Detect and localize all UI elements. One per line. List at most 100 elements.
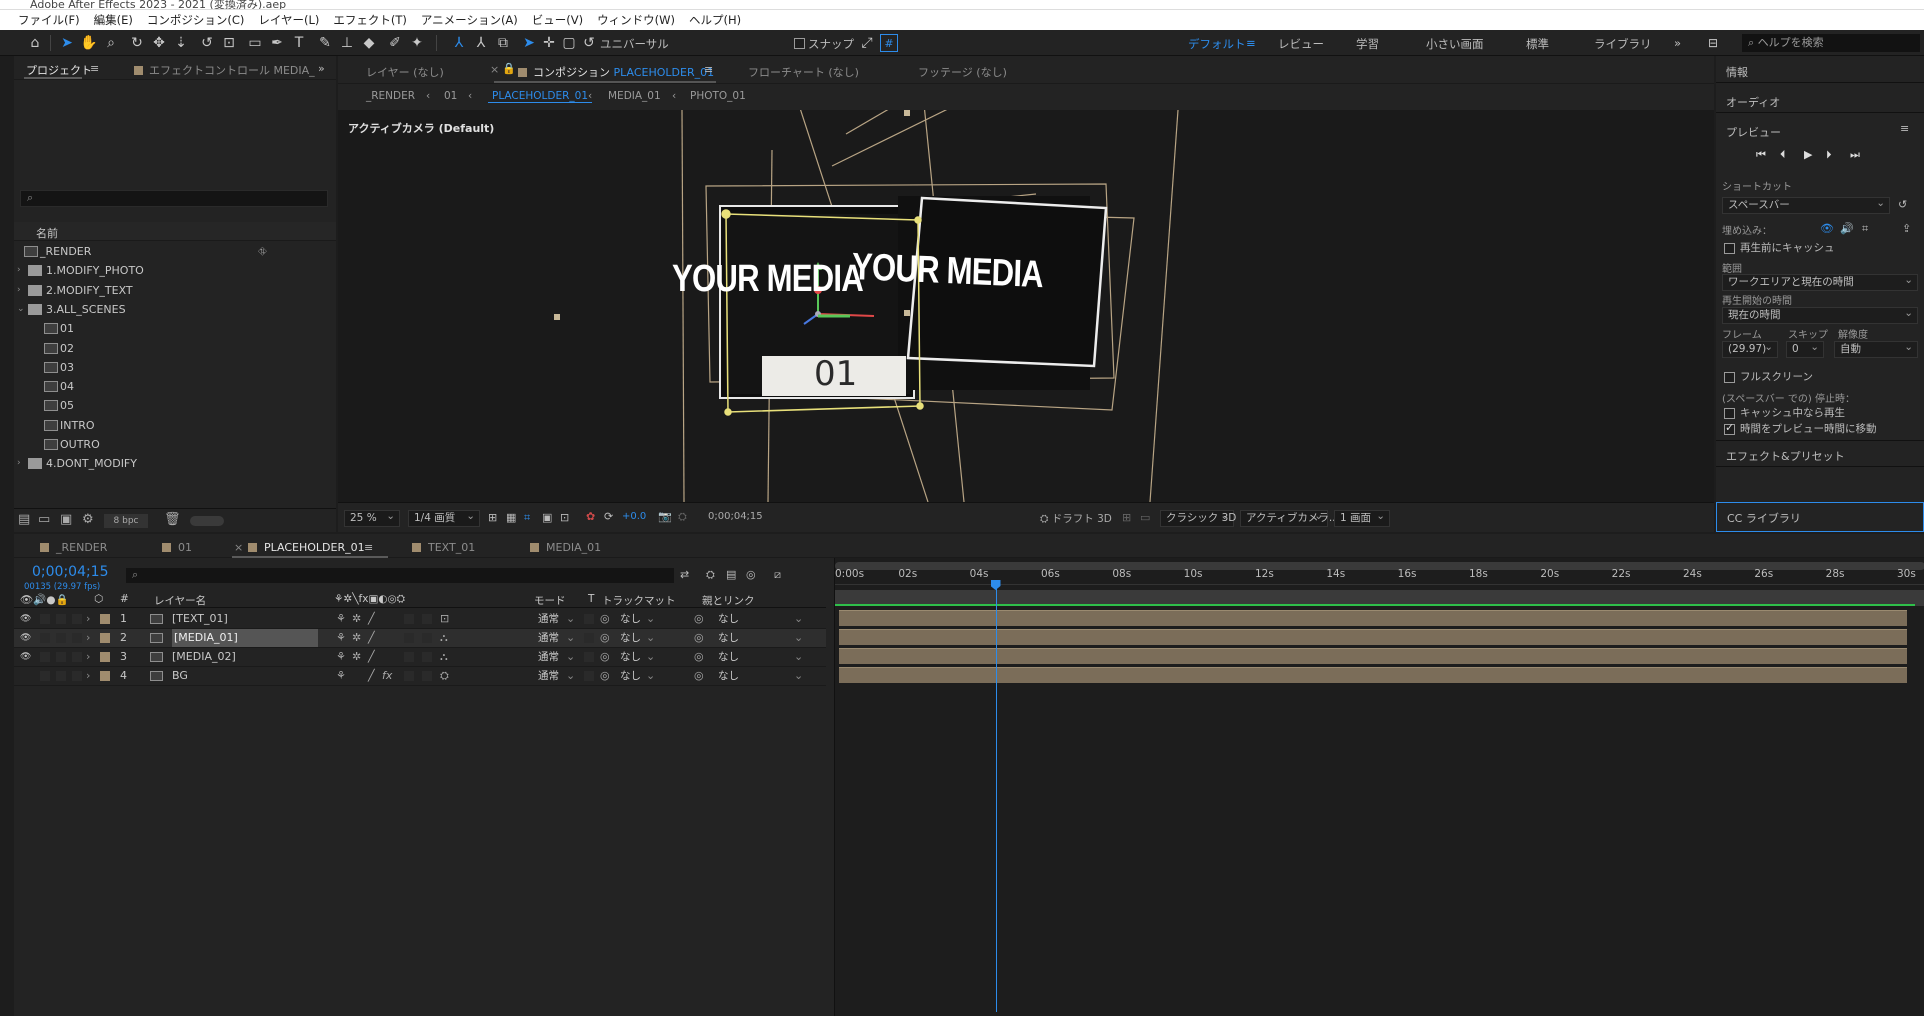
3d-ground-plane-icon[interactable]: ⊞ [1122, 511, 1131, 524]
project-item[interactable]: 04 [14, 377, 332, 396]
clone-stamp-icon[interactable]: ⊥ [338, 34, 356, 52]
motion-blur-toggle[interactable] [404, 671, 414, 681]
breadcrumb-placeholder[interactable]: PLACEHOLDER_01 [488, 90, 593, 103]
project-item[interactable]: 02 [14, 339, 332, 358]
parent-pickwhip-icon[interactable]: ◎ [694, 667, 704, 685]
layer-duration-bar[interactable] [839, 648, 1907, 664]
shy-layers-icon[interactable]: ▤ [726, 568, 736, 581]
chevron-right-icon[interactable]: › [17, 454, 21, 473]
project-item[interactable]: › 2.MODIFY_TEXT [14, 281, 332, 300]
project-item[interactable]: OUTRO [14, 435, 332, 454]
help-search-input[interactable]: ⌕ ヘルプを検索 [1742, 34, 1920, 52]
orbit-tool-icon[interactable]: ↻ [128, 34, 146, 52]
quality-switch-icon[interactable]: ╱ [368, 610, 375, 628]
project-item[interactable]: INTRO [14, 416, 332, 435]
roto-brush-icon[interactable]: ✐ [386, 34, 404, 52]
shortcut-dropdown[interactable]: スペースバー [1722, 196, 1890, 214]
transform-handle[interactable] [904, 110, 910, 116]
puppet-pin-icon[interactable]: ✦ [408, 34, 426, 52]
mode-dropdown[interactable]: 通常 [538, 667, 559, 685]
breadcrumb-01[interactable]: 01 [444, 90, 457, 102]
track-matte-dropdown[interactable]: なし [620, 648, 641, 666]
motion-blur-toggle[interactable] [404, 633, 414, 643]
parent-pickwhip-icon[interactable]: ◎ [694, 610, 704, 628]
view-layout-dropdown[interactable]: 1 画面 [1334, 509, 1390, 527]
timeline-tab-render[interactable]: _RENDER [40, 541, 107, 554]
sync-settings-icon[interactable]: ⊟ [1704, 34, 1722, 52]
menu-view[interactable]: ビュー(V) [532, 12, 583, 28]
tab-project[interactable]: プロジェクト [26, 62, 92, 78]
menu-window[interactable]: ウィンドウ(W) [597, 12, 675, 28]
project-item[interactable]: 05 [14, 396, 332, 415]
track-matte-dropdown[interactable]: なし [620, 667, 641, 685]
bpc-button[interactable]: 8 bpc [104, 514, 148, 528]
exposure-value[interactable]: +0.0 [622, 511, 646, 522]
menu-help[interactable]: ヘルプ(H) [689, 12, 741, 28]
label-color-swatch[interactable] [100, 652, 110, 662]
play-from-dropdown[interactable]: 現在の時間 [1722, 306, 1918, 324]
mode-dropdown[interactable]: 通常 [538, 610, 559, 628]
snapshot-camera-icon[interactable]: 📷 [658, 510, 672, 523]
show-snapshot-icon[interactable]: ⛭ [678, 510, 687, 524]
lock-toggle[interactable] [72, 652, 82, 662]
solo-toggle[interactable] [56, 671, 66, 681]
zoom-tool-icon[interactable]: ⌕ [102, 34, 120, 52]
panel-menu-icon[interactable]: ≡ [1900, 122, 1909, 135]
audio-toggle[interactable] [40, 671, 50, 681]
layer-row[interactable]: 👁 › 3 [MEDIA_02] ⚘ ✲ ╱ ⛬ 通常 ⌄ ◎ なし ⌄ ◎ なし ⌄ [14, 648, 826, 667]
project-item[interactable]: ⌄ 3.ALL_SCENES [14, 300, 332, 319]
fast-preview-icon[interactable]: ⊞ [488, 511, 497, 524]
lock-toggle[interactable] [72, 614, 82, 624]
visibility-eye-icon[interactable]: 👁 [20, 610, 31, 628]
adjustment-toggle[interactable] [422, 633, 432, 643]
anchor-tool-icon[interactable]: ⊡ [220, 34, 238, 52]
frame-rate-dropdown[interactable]: (29.97) [1722, 340, 1778, 358]
preserve-transparency-toggle[interactable] [584, 652, 594, 662]
graph-editor-icon[interactable]: ⧄ [774, 568, 781, 582]
flowchart-icon[interactable]: ⛗ [258, 242, 267, 261]
label-color-swatch[interactable] [100, 633, 110, 643]
project-settings-icon[interactable]: ⚙ [82, 512, 94, 527]
preserve-transparency-toggle[interactable] [584, 633, 594, 643]
motion-blur-toggle[interactable] [404, 652, 414, 662]
brush-tool-icon[interactable]: ✎ [316, 34, 334, 52]
adjustment-toggle[interactable] [422, 652, 432, 662]
first-frame-icon[interactable]: ⏮ [1756, 148, 1766, 162]
panel-menu-icon[interactable]: ≡ [364, 541, 373, 554]
column-name-label[interactable]: 名前 [36, 225, 58, 241]
shy-switch-icon[interactable]: ⚘ [336, 629, 346, 647]
3d-layer-icon[interactable]: ⛭ [440, 667, 449, 685]
snap-checkbox[interactable] [794, 38, 805, 49]
chevron-right-icon[interactable]: › [86, 629, 90, 647]
transparency-grid-icon[interactable]: ▦ [506, 511, 516, 524]
shy-switch-icon[interactable]: ⚘ [336, 648, 346, 666]
audio-toggle[interactable] [40, 633, 50, 643]
viewer-timecode[interactable]: 0;00;04;15 [708, 511, 763, 522]
resolution-dropdown[interactable]: 1/4 画質 [408, 509, 480, 527]
exposure-reset-icon[interactable]: ⟳ [604, 510, 613, 523]
grid-guides-icon[interactable]: ⊡ [560, 511, 569, 524]
collapse-switch-icon[interactable]: ✲ [352, 610, 361, 628]
universal-move-icon[interactable]: ✛ [540, 34, 558, 52]
adjustment-toggle[interactable] [422, 614, 432, 624]
visibility-eye-icon[interactable]: 👁 [20, 648, 31, 666]
chevron-right-icon[interactable]: › [86, 648, 90, 666]
workspace-menu-icon[interactable]: ≡ [1246, 36, 1256, 50]
quality-switch-icon[interactable]: ╱ [368, 648, 375, 666]
layer-duration-bar[interactable] [839, 629, 1907, 645]
parent-dropdown[interactable]: なし [718, 629, 739, 647]
selection-tool-icon[interactable]: ➤ [58, 34, 76, 52]
workspace-small-screen[interactable]: 小さい画面 [1426, 36, 1484, 52]
export-icon[interactable]: ⇪ [1902, 222, 1911, 235]
track-matte-dropdown[interactable]: なし [620, 610, 641, 628]
workspace-more-icon[interactable]: » [1674, 36, 1681, 50]
matte-pickwhip-icon[interactable]: ◎ [600, 648, 610, 666]
timeline-graph-area[interactable]: 0:00s 02s 04s 06s 08s 10s 12s 14s 16s 18s 20s 22s 24… [834, 558, 1924, 1016]
panel-effects-presets[interactable]: エフェクト&プリセット [1726, 448, 1845, 464]
lock-icon[interactable]: 🔒 [502, 62, 516, 75]
layer-name[interactable]: [TEXT_01] [172, 610, 228, 628]
skip-dropdown[interactable]: 0 [1786, 340, 1824, 358]
project-item[interactable]: 01 [14, 319, 332, 338]
delete-icon[interactable]: 🗑 [164, 512, 181, 527]
layer-name[interactable]: [MEDIA_02] [172, 648, 236, 666]
